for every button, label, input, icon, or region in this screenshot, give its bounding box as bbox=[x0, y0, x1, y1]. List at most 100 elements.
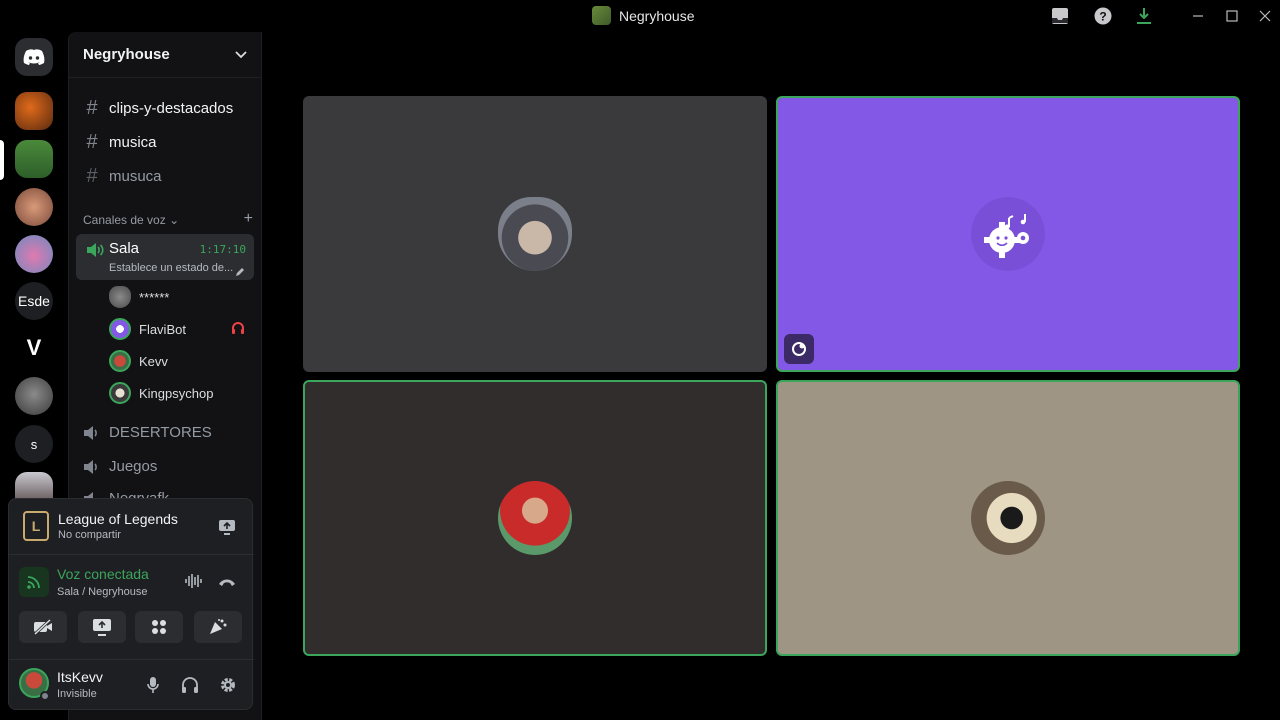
participant-tile[interactable] bbox=[303, 96, 767, 372]
participant-tile[interactable] bbox=[776, 380, 1240, 656]
user-area[interactable]: ItsKevv Invisible bbox=[9, 659, 254, 711]
server-icon[interactable] bbox=[15, 92, 53, 130]
server-icon[interactable] bbox=[15, 377, 53, 415]
noise-suppression-icon[interactable] bbox=[184, 573, 202, 594]
title-bar: Negryhouse ? bbox=[0, 0, 1280, 32]
headphones-icon[interactable] bbox=[179, 674, 201, 696]
channel-musuca[interactable]: # musuca bbox=[77, 161, 255, 191]
member-name: FlaviBot bbox=[139, 321, 186, 337]
voice-channel-desertores[interactable]: DESERTORES bbox=[83, 424, 212, 441]
server-v[interactable]: V bbox=[15, 329, 53, 367]
participant-avatar bbox=[498, 197, 572, 271]
username: ItsKevv bbox=[57, 669, 103, 685]
channel-name: Sala bbox=[109, 240, 140, 257]
activity-card: L League of Legends No compartir bbox=[9, 499, 254, 555]
selected-server-pill bbox=[0, 140, 4, 180]
server-icon[interactable] bbox=[15, 140, 53, 178]
league-of-legends-icon: L bbox=[23, 511, 49, 541]
server-icon bbox=[592, 6, 611, 25]
channel-name: Juegos bbox=[109, 458, 158, 475]
participant-avatar bbox=[971, 481, 1045, 555]
channel-musica[interactable]: # musica bbox=[77, 127, 255, 157]
svg-text:?: ? bbox=[1099, 10, 1106, 24]
call-timer: 1:17:10 bbox=[199, 243, 246, 256]
hash-icon: # bbox=[86, 96, 98, 119]
bot-gear-icon bbox=[984, 214, 1029, 258]
deafened-icon bbox=[230, 320, 246, 341]
window-title-group: Negryhouse bbox=[592, 6, 695, 25]
section-label: Canales de voz bbox=[83, 213, 166, 227]
server-icon[interactable] bbox=[15, 235, 53, 273]
server-label: Esde bbox=[18, 293, 50, 309]
soundboard-button[interactable] bbox=[194, 611, 242, 643]
server-s[interactable]: s bbox=[15, 425, 53, 463]
voice-channel-sala[interactable]: Sala 1:17:10 Establece un estado de... bbox=[76, 234, 254, 280]
edit-icon[interactable] bbox=[235, 264, 245, 282]
channel-name: DESERTORES bbox=[109, 424, 212, 441]
voice-member[interactable]: Kingpsychop bbox=[109, 382, 213, 404]
voice-member[interactable]: FlaviBot bbox=[109, 318, 186, 340]
camera-off-icon bbox=[33, 619, 52, 635]
discord-home-icon[interactable] bbox=[15, 38, 53, 76]
server-esde[interactable]: Esde bbox=[15, 282, 53, 320]
screen-share-icon bbox=[93, 619, 111, 636]
channel-name: musuca bbox=[109, 167, 162, 185]
camera-off-button[interactable] bbox=[19, 611, 67, 643]
chevron-down-icon bbox=[235, 46, 247, 63]
voice-section-header[interactable]: Canales de voz ⌄ + bbox=[83, 211, 253, 228]
hash-icon: # bbox=[86, 130, 98, 153]
voice-status-subtitle: Sala / Negryhouse bbox=[57, 586, 148, 598]
participant-tile[interactable] bbox=[303, 380, 767, 656]
status-indicator bbox=[40, 691, 50, 701]
avatar bbox=[109, 286, 131, 308]
channel-name: clips-y-destacados bbox=[109, 99, 234, 117]
participant-avatar bbox=[498, 481, 572, 555]
member-name: ****** bbox=[139, 289, 170, 305]
speaker-icon bbox=[84, 425, 97, 440]
voice-status-title[interactable]: Voz conectada bbox=[57, 566, 149, 582]
activities-icon bbox=[152, 620, 166, 634]
disconnect-icon[interactable] bbox=[218, 575, 236, 593]
minimize-icon[interactable] bbox=[1188, 6, 1208, 26]
window-title: Negryhouse bbox=[619, 7, 695, 24]
channel-name: musica bbox=[109, 133, 157, 151]
activity-title: League of Legends bbox=[58, 511, 178, 527]
activities-button[interactable] bbox=[135, 611, 183, 643]
server-label: s bbox=[30, 436, 38, 452]
guild-header[interactable]: Negryhouse bbox=[69, 32, 261, 78]
add-channel-icon[interactable]: + bbox=[244, 211, 253, 227]
soundboard-icon bbox=[210, 619, 227, 634]
member-name: Kevv bbox=[139, 353, 168, 369]
share-screen-icon[interactable] bbox=[218, 518, 236, 541]
avatar bbox=[109, 318, 131, 340]
user-status: Invisible bbox=[57, 688, 97, 700]
voice-call-stage bbox=[262, 32, 1280, 720]
avatar bbox=[109, 350, 131, 372]
help-icon[interactable]: ? bbox=[1093, 6, 1113, 26]
channel-status: Establece un estado de... bbox=[109, 262, 234, 274]
settings-gear-icon[interactable] bbox=[217, 674, 239, 696]
download-icon[interactable] bbox=[1134, 6, 1154, 26]
member-name: Kingpsychop bbox=[139, 385, 214, 401]
voice-member[interactable]: Kevv bbox=[109, 350, 168, 372]
guild-name: Negryhouse bbox=[83, 46, 170, 63]
maximize-icon[interactable] bbox=[1222, 6, 1242, 26]
close-icon[interactable] bbox=[1255, 6, 1275, 26]
chevron-down-icon: ⌄ bbox=[169, 213, 180, 227]
server-label: V bbox=[26, 335, 42, 360]
activity-subtitle: No compartir bbox=[58, 529, 121, 541]
inbox-icon[interactable] bbox=[1050, 6, 1070, 26]
screen-share-button[interactable] bbox=[78, 611, 126, 643]
avatar bbox=[109, 382, 131, 404]
voice-channel-juegos[interactable]: Juegos bbox=[83, 458, 157, 475]
voice-member[interactable]: ****** bbox=[109, 286, 169, 308]
microphone-icon[interactable] bbox=[142, 674, 164, 696]
participant-tile-bot[interactable] bbox=[776, 96, 1240, 372]
channel-clips-y-destacados[interactable]: # clips-y-destacados bbox=[77, 93, 255, 123]
signal-icon[interactable] bbox=[19, 567, 49, 597]
activity-badge-icon bbox=[784, 334, 814, 364]
voice-connection: Voz conectada Sala / Negryhouse bbox=[9, 555, 254, 659]
user-panel: L League of Legends No compartir Voz con… bbox=[8, 498, 254, 711]
speaker-icon bbox=[84, 459, 97, 474]
server-icon[interactable] bbox=[15, 188, 53, 226]
